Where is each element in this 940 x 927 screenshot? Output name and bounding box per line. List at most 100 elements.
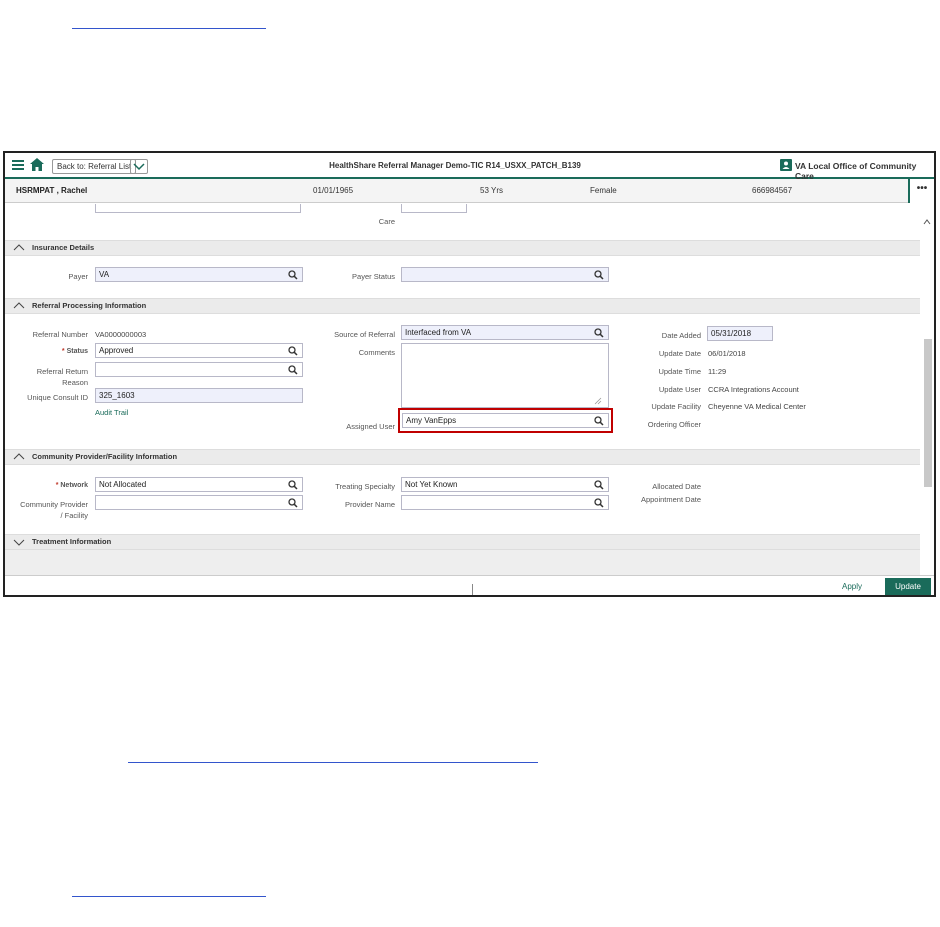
home-icon[interactable]: [30, 158, 44, 171]
community-provider-label: Community Provider / Facility: [20, 500, 88, 520]
insurance-details-header[interactable]: Insurance Details: [5, 240, 920, 256]
source-of-referral-value: Interfaced from VA: [405, 328, 472, 337]
document-link-underline-bottom: [72, 896, 266, 897]
allocated-date-label: Allocated Date: [652, 482, 701, 491]
search-icon[interactable]: [594, 328, 604, 338]
treating-specialty-label: Treating Specialty: [335, 482, 395, 491]
patient-name: HSRMPAT , Rachel: [16, 186, 88, 195]
hsrm-app-window: Back to: Referral List HealthShare Refer…: [3, 151, 936, 597]
comments-label: Comments: [358, 348, 395, 357]
search-icon[interactable]: [594, 498, 604, 508]
chevron-up-icon: [13, 453, 25, 460]
update-time-label: Update Time: [658, 367, 701, 376]
resize-handle-icon[interactable]: [594, 397, 602, 405]
required-marker: *: [55, 482, 59, 489]
insurance-details-title: Insurance Details: [32, 243, 95, 252]
partial-field-left[interactable]: [95, 204, 301, 213]
patient-age: 53 Yrs: [480, 186, 503, 195]
payer-status-label: Payer Status: [352, 272, 395, 281]
update-date-value: 06/01/2018: [708, 349, 746, 358]
network-label: * Network: [25, 482, 88, 489]
treatment-content-area: [5, 550, 920, 575]
source-of-referral-label: Source of Referral: [334, 330, 395, 339]
treating-specialty-value: Not Yet Known: [405, 480, 458, 489]
treatment-information-title: Treatment Information: [32, 537, 112, 546]
return-reason-field[interactable]: [95, 362, 303, 377]
patient-banner: HSRMPAT , Rachel 01/01/1965 53 Yrs Femal…: [5, 179, 934, 203]
provider-name-field[interactable]: [401, 495, 609, 510]
payer-field[interactable]: VA: [95, 267, 303, 282]
search-icon[interactable]: [288, 270, 298, 280]
community-provider-title: Community Provider/Facility Information: [32, 452, 178, 461]
person-card-icon: [780, 159, 792, 171]
scroll-up-chevron-icon[interactable]: [923, 219, 931, 225]
apply-button[interactable]: Apply: [842, 582, 862, 591]
payer-label: Payer: [68, 272, 88, 281]
network-field[interactable]: Not Allocated: [95, 477, 303, 492]
chevron-up-icon: [13, 244, 25, 251]
status-field[interactable]: Approved: [95, 343, 303, 358]
treating-specialty-field[interactable]: Not Yet Known: [401, 477, 609, 492]
network-value: Not Allocated: [99, 480, 147, 489]
date-added-label: Date Added: [661, 331, 701, 340]
search-icon[interactable]: [288, 480, 298, 490]
update-time-value: 11:29: [708, 367, 727, 376]
network-label-text: Network: [60, 482, 88, 489]
status-label: * Status: [15, 348, 88, 355]
app-title: HealthShare Referral Manager Demo-TIC R1…: [329, 161, 581, 170]
search-icon[interactable]: [594, 416, 604, 426]
chevron-up-icon: [13, 302, 25, 309]
search-icon[interactable]: [594, 270, 604, 280]
document-link-underline-middle: [128, 762, 538, 763]
update-button[interactable]: Update: [885, 578, 931, 595]
referral-number-label: Referral Number: [32, 330, 88, 339]
action-footer: Apply Update: [5, 575, 934, 595]
update-user-label: Update User: [658, 385, 701, 394]
unique-consult-id-label: Unique Consult ID: [27, 393, 88, 402]
required-marker: *: [61, 348, 65, 355]
date-added-value: 05/31/2018: [711, 329, 752, 338]
patient-gender: Female: [590, 186, 617, 195]
payer-value: VA: [99, 270, 110, 279]
unique-consult-id-value: 325_1603: [99, 391, 135, 400]
provider-name-label: Provider Name: [344, 500, 395, 509]
referral-processing-title: Referral Processing Information: [32, 301, 147, 310]
partial-field-right[interactable]: [401, 204, 467, 213]
referral-processing-header[interactable]: Referral Processing Information: [5, 298, 920, 314]
search-icon[interactable]: [288, 346, 298, 356]
audit-trail-link[interactable]: Audit Trail: [95, 408, 128, 417]
referral-form-content: Care Insurance Details Payer VA Payer St…: [5, 204, 920, 575]
comments-textarea[interactable]: [401, 343, 609, 408]
update-facility-value: Cheyenne VA Medical Center: [708, 402, 806, 411]
community-provider-header[interactable]: Community Provider/Facility Information: [5, 449, 920, 465]
hamburger-icon[interactable]: [12, 160, 24, 170]
top-navigation-bar: Back to: Referral List HealthShare Refer…: [5, 153, 934, 181]
update-date-label: Update Date: [658, 349, 701, 358]
search-icon[interactable]: [288, 498, 298, 508]
assigned-user-value: Amy VanEpps: [406, 416, 457, 425]
more-options-button[interactable]: •••: [908, 179, 934, 203]
office-label[interactable]: VA Local Office of Community Care: [795, 161, 934, 181]
update-facility-label: Update Facility: [651, 402, 701, 411]
back-to-referral-list-button[interactable]: Back to: Referral List: [52, 159, 137, 174]
community-provider-field[interactable]: [95, 495, 303, 510]
assigned-user-label: Assigned User: [346, 422, 395, 431]
appointment-date-label: Appointment Date: [640, 495, 701, 504]
chevron-down-icon: [133, 163, 145, 171]
payer-status-field[interactable]: [401, 267, 609, 282]
date-added-field[interactable]: 05/31/2018: [707, 326, 773, 341]
search-icon[interactable]: [594, 480, 604, 490]
status-value: Approved: [99, 346, 134, 355]
search-icon[interactable]: [288, 365, 298, 375]
unique-consult-id-field[interactable]: 325_1603: [95, 388, 303, 403]
chevron-down-icon: [13, 539, 25, 546]
referral-number-value: VA0000000003: [95, 330, 147, 339]
source-of-referral-field[interactable]: Interfaced from VA: [401, 325, 609, 340]
back-dropdown-toggle[interactable]: [130, 159, 148, 174]
treatment-information-header[interactable]: Treatment Information: [5, 534, 920, 550]
footer-splitter[interactable]: [472, 584, 473, 595]
assigned-user-field[interactable]: Amy VanEpps: [402, 413, 609, 428]
return-reason-label: Referral Return Reason: [36, 367, 88, 387]
vertical-scrollbar-thumb[interactable]: [924, 339, 932, 487]
status-label-text: Status: [66, 348, 88, 355]
